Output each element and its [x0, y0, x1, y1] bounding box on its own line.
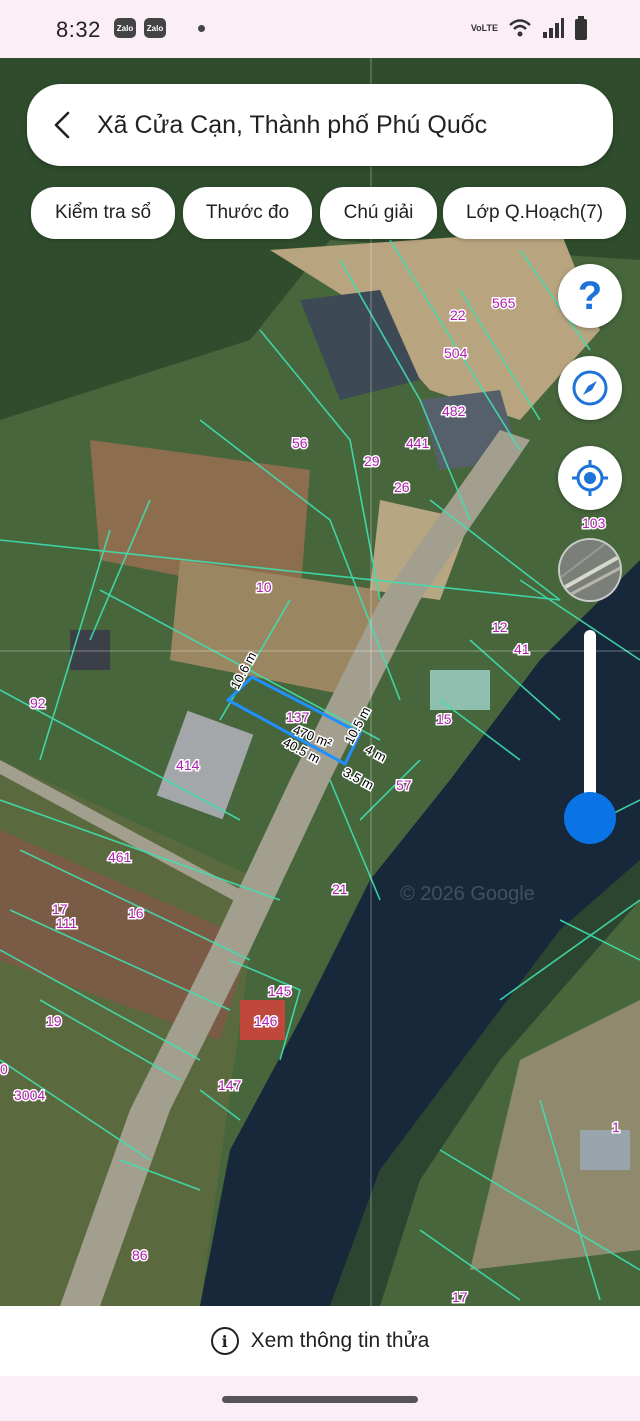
question-icon[interactable]: ? [558, 264, 622, 328]
parcel-number: 22 [450, 307, 466, 323]
map-layer-thumbnail[interactable] [558, 538, 622, 602]
status-bar: 8:32 Zalo Zalo VoLTE [0, 0, 640, 58]
parcel-info-button[interactable]: i Xem thông tin thửa [0, 1306, 640, 1376]
parcel-number: 15 [436, 711, 452, 727]
zoom-slider-handle[interactable] [564, 792, 616, 844]
parcel-number: 26 [394, 479, 410, 495]
compass-icon[interactable] [558, 356, 622, 420]
parcel-number: 12 [492, 619, 508, 635]
parcel-number: 21 [332, 881, 348, 897]
parcel-number: 0 [0, 1061, 8, 1077]
battery-icon [575, 16, 587, 40]
map-canvas[interactable]: 10.6 m 40.5 m 10.5 m 4 m 3.5 m 470 m² 56… [0, 58, 640, 1306]
parcel-number: 146 [254, 1013, 278, 1029]
parcel-number: 86 [132, 1247, 148, 1263]
signal-icon [543, 18, 564, 38]
map-watermark: © 2026 Google [400, 883, 535, 905]
parcel-number: 565 [492, 295, 516, 311]
legend-chip[interactable]: Chú giải [320, 187, 437, 239]
parcel-number: 16 [128, 905, 144, 921]
parcel-number: 29 [364, 453, 380, 469]
parcel-number: 111 [56, 915, 77, 931]
zalo-notification-icon: Zalo [144, 18, 166, 38]
status-icons: VoLTE [471, 16, 588, 40]
volte-icon: VoLTE [470, 22, 498, 33]
parcel-number: 441 [406, 435, 430, 451]
parcel-number: 3004 [14, 1087, 45, 1103]
info-icon: i [210, 1327, 239, 1355]
location-title: Xã Cửa Cạn, Thành phố Phú Quốc [97, 110, 488, 139]
parcel-number: 414 [176, 757, 200, 773]
locate-icon[interactable] [558, 446, 622, 510]
parcel-number: 482 [442, 403, 466, 419]
parcel-number: 137 [286, 709, 310, 725]
parcel-number: 19 [46, 1013, 62, 1029]
parcel-number: 92 [30, 695, 46, 711]
home-indicator[interactable] [222, 1396, 418, 1403]
parcel-number: 461 [108, 849, 132, 865]
parcel-info-label: Xem thông tin thửa [250, 1329, 430, 1352]
parcel-number: 504 [444, 345, 468, 361]
parcel-number: 17 [452, 1289, 468, 1305]
parcel-number: 56 [292, 435, 308, 451]
parcel-number: 145 [268, 983, 292, 999]
parcel-number: 103 [582, 515, 606, 531]
parcel-number: 10 [256, 579, 272, 595]
satellite-map[interactable]: 10.6 m 40.5 m 10.5 m 4 m 3.5 m 470 m² 56… [0, 58, 640, 1306]
zalo-notification-icon: Zalo [114, 18, 136, 38]
parcel-number: 1 [612, 1119, 620, 1135]
location-search-bar[interactable]: Xã Cửa Cạn, Thành phố Phú Quốc [27, 84, 613, 166]
parcel-number: 41 [514, 641, 530, 657]
status-time: 8:32 [56, 17, 101, 42]
parcel-number: 147 [218, 1077, 242, 1093]
back-arrow-icon[interactable] [27, 84, 97, 166]
planning-layer-chip[interactable]: Lớp Q.Hoạch(7) [443, 187, 626, 239]
more-notifications-dot [198, 25, 205, 32]
parcel-number: 57 [396, 777, 412, 793]
wifi-icon [509, 19, 531, 37]
check-title-chip[interactable]: Kiểm tra sổ [31, 187, 175, 239]
measure-tool-chip[interactable]: Thước đo [183, 187, 312, 239]
